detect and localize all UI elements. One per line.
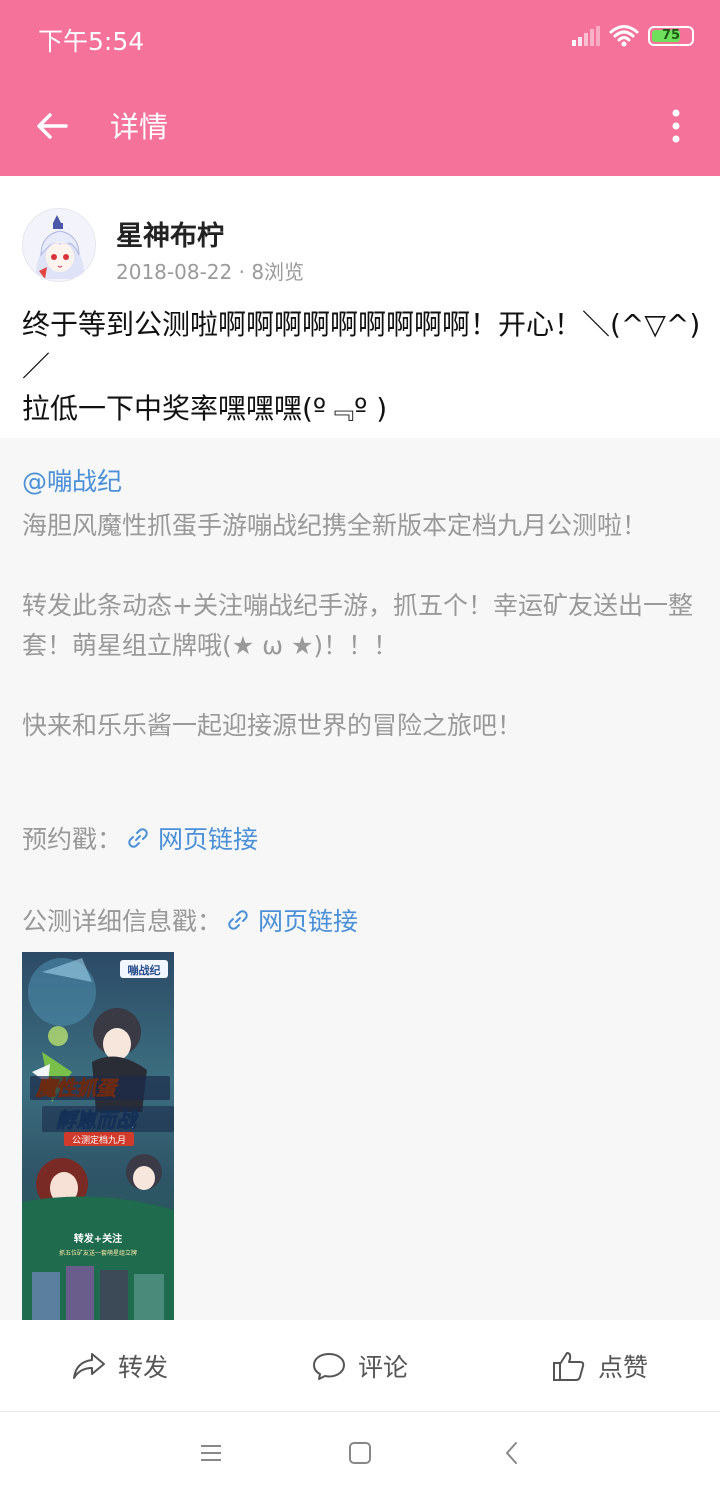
reserve-label: 预约戳：	[22, 825, 123, 854]
poster-cta-1: 转发+关注	[74, 1232, 122, 1245]
status-time: 下午5:54	[38, 27, 145, 56]
status-bar: 下午5:54 75	[0, 0, 720, 76]
post-meta: 2018-08-22 · 8浏览	[116, 256, 304, 285]
more-menu-button[interactable]	[660, 102, 692, 150]
poster-headline-1: 魔性抓蛋	[35, 1076, 120, 1100]
share-label: 转发	[118, 1353, 169, 1382]
poster-logo: 嘣战纪	[128, 963, 161, 977]
shared-post[interactable]: @嘣战纪 海胆风魔性抓蛋手游嘣战纪携全新版本定档九月公测啦！ 转发此条动态+关注…	[0, 438, 720, 1320]
avatar[interactable]	[22, 208, 96, 282]
page-title: 详情	[110, 110, 169, 144]
link-icon	[228, 910, 248, 930]
link-icon	[128, 828, 148, 848]
wifi-icon	[609, 24, 639, 52]
view-count: 8浏览	[251, 260, 305, 284]
author-name[interactable]: 星神布柠	[116, 214, 224, 253]
poster-cta-2: 抓五位矿友送一套萌星组立牌	[59, 1249, 137, 1257]
thumbs-up-icon	[553, 1352, 585, 1381]
poster-headline-2: 孵崽而战	[56, 1108, 139, 1132]
poster-sub: 公测定档九月	[72, 1134, 126, 1146]
like-label: 点赞	[598, 1353, 649, 1382]
info-link-row: 公测详细信息戳： 网页链接	[22, 902, 358, 938]
battery-icon: 75	[648, 26, 694, 46]
mention-link[interactable]: @嘣战纪	[22, 462, 122, 498]
reserve-link-text: 网页链接	[158, 825, 259, 854]
app-bar: 详情	[0, 76, 720, 176]
reserve-web-link[interactable]: 网页链接	[126, 820, 258, 856]
anime-avatar-image	[23, 209, 95, 281]
battery-percent: 75	[661, 28, 681, 43]
share-button[interactable]: 转发	[72, 1320, 168, 1412]
comment-bubble-icon	[313, 1353, 345, 1380]
shared-text: 海胆风魔性抓蛋手游嘣战纪携全新版本定档九月公测啦！ 转发此条动态+关注嘣战纪手游…	[22, 511, 693, 740]
reserve-link-row: 预约戳： 网页链接	[22, 820, 258, 856]
header: 下午5:54 75 详情	[0, 0, 720, 176]
info-web-link[interactable]: 网页链接	[226, 902, 358, 938]
share-arrow-icon	[73, 1353, 105, 1379]
arrow-left-icon	[37, 113, 68, 139]
system-nav-bar	[0, 1412, 720, 1499]
promo-poster-image[interactable]: 嘣战纪 魔性抓蛋 孵崽而战 公测定档九月 转发+关注 抓五位矿友送一套萌星组立牌	[22, 952, 174, 1320]
back-chevron-icon	[506, 1442, 517, 1464]
info-label: 公测详细信息戳：	[22, 907, 223, 936]
meta-separator: ·	[232, 260, 252, 284]
home-nav-button[interactable]	[347, 1440, 373, 1470]
menu-nav-button[interactable]	[198, 1440, 224, 1470]
like-button[interactable]: 点赞	[552, 1320, 648, 1412]
action-bar: 转发 评论 点赞	[0, 1320, 720, 1412]
post-detail: 星神布柠 2018-08-22 · 8浏览 终于等到公测啦啊啊啊啊啊啊啊啊啊！开…	[0, 176, 720, 1320]
back-nav-button[interactable]	[499, 1440, 525, 1470]
more-vertical-icon	[672, 109, 680, 143]
comment-button[interactable]: 评论	[312, 1320, 408, 1412]
info-link-text: 网页链接	[258, 907, 359, 936]
menu-lines-icon	[201, 1445, 221, 1461]
signal-icon	[572, 26, 600, 50]
home-square-icon	[349, 1442, 371, 1464]
post-text: 终于等到公测啦啊啊啊啊啊啊啊啊啊！开心！＼(^▽^)／ 拉低一下中奖率嘿嘿嘿(º…	[22, 308, 701, 425]
back-button[interactable]	[28, 102, 76, 150]
post-date: 2018-08-22	[116, 260, 233, 284]
comment-label: 评论	[358, 1353, 409, 1382]
